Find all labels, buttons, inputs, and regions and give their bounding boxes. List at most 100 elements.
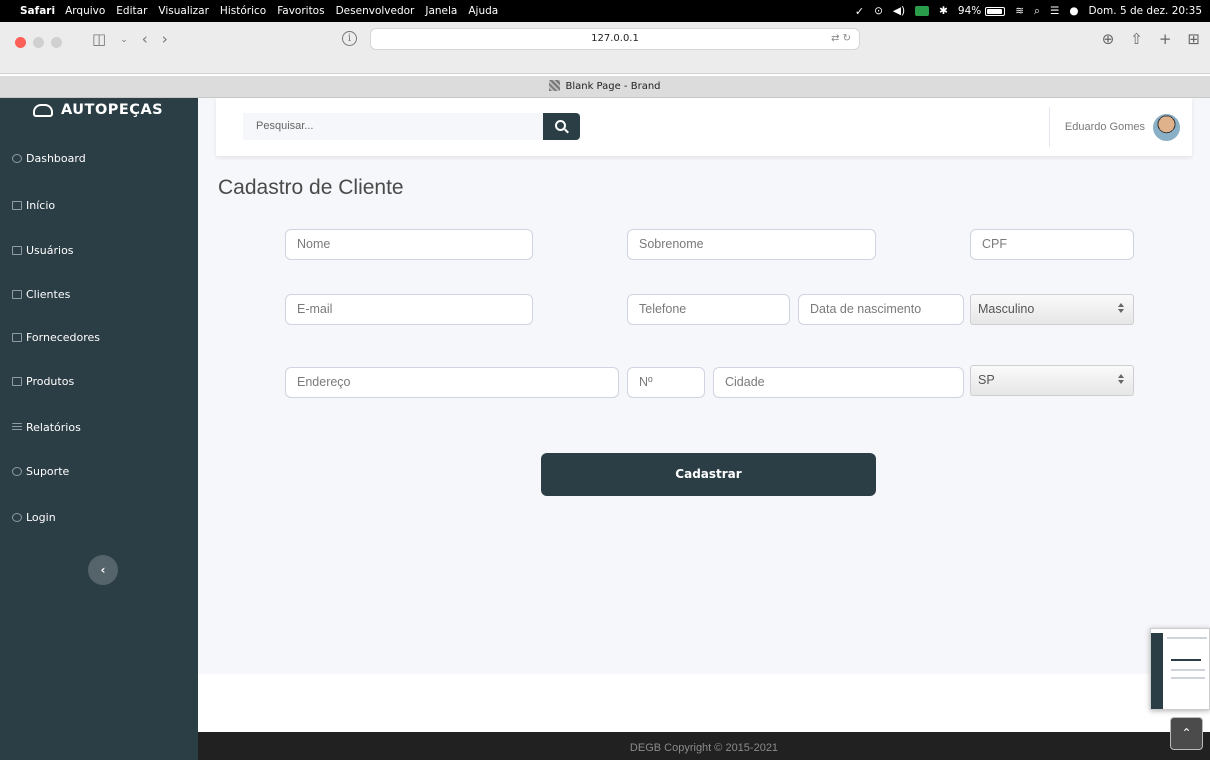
battery-status[interactable]: 94% — [957, 5, 1006, 17]
sidebar-item-login[interactable]: Login — [12, 511, 56, 524]
battery-fill — [987, 8, 1003, 14]
toolbar-actions: ⊕ ⇧ + ⊞ — [1102, 30, 1200, 48]
flag-icon[interactable] — [915, 6, 930, 16]
table-icon — [12, 333, 22, 342]
sidebar-item-fornecedores[interactable]: Fornecedores — [12, 331, 100, 344]
bluetooth-icon[interactable]: ✱ — [939, 5, 948, 17]
sidebar-item-suporte[interactable]: Suporte — [12, 465, 69, 478]
birthdate-field[interactable]: Data de nascimento — [798, 294, 964, 325]
footer-copyright: DEGB Copyright © 2015-2021 — [629, 742, 779, 754]
sidebar-item-label: Dashboard — [26, 152, 86, 165]
cadastrar-button[interactable]: Cadastrar — [541, 453, 876, 496]
sidebar-item-produtos[interactable]: Produtos — [12, 375, 74, 388]
sidebar-item-dashboard[interactable]: Dashboard — [12, 152, 86, 165]
chevron-down-icon[interactable]: ⌄ — [120, 30, 128, 50]
sidebar-item-usuarios[interactable]: Usuários — [12, 244, 74, 257]
screenshot-thumbnail[interactable] — [1150, 628, 1210, 710]
sidebar-item-label: Suporte — [26, 465, 70, 478]
siri-icon[interactable]: ● — [1069, 5, 1078, 17]
status-app-icon[interactable]: ✓ — [855, 5, 864, 18]
thumbnail-sidebar — [1151, 633, 1163, 709]
volume-icon[interactable]: ◀) — [893, 5, 905, 17]
new-tab-icon[interactable]: + — [1159, 30, 1172, 48]
close-window-button[interactable] — [15, 37, 26, 48]
nav-controls: ◫ ⌄ ‹ › — [92, 30, 168, 50]
sobrenome-field[interactable]: Sobrenome — [627, 229, 876, 260]
window-controls — [15, 37, 62, 48]
list-icon — [12, 423, 22, 432]
menu-datetime[interactable]: Dom. 5 de dez. 20:35 — [1089, 5, 1202, 17]
control-center-icon[interactable]: ☰ — [1050, 5, 1059, 17]
content-bottom-area — [198, 674, 1210, 732]
nome-field[interactable]: Nome — [285, 229, 533, 260]
user-circle-icon — [12, 513, 22, 522]
telefone-field[interactable]: Telefone — [627, 294, 790, 325]
select-arrows-icon — [1118, 374, 1125, 386]
forward-icon[interactable]: › — [162, 30, 168, 50]
sidebar-item-clientes[interactable]: Clientes — [12, 288, 70, 301]
sidebar-item-label: Início — [26, 199, 56, 212]
thumbnail-line — [1167, 637, 1207, 639]
sidebar-toggle-icon[interactable]: ◫ — [92, 30, 106, 50]
table-icon — [12, 377, 22, 386]
scroll-to-top-button[interactable]: ⌃ — [1170, 717, 1203, 750]
address-bar[interactable]: 127.0.0.1 ⇄ ↻ — [370, 28, 860, 50]
thumbnail-line — [1171, 659, 1201, 661]
main-content: Pesquisar... Eduardo Gomes Cadastro de C… — [198, 98, 1210, 674]
brand[interactable]: AUTOPEÇAS — [33, 98, 163, 122]
translate-reload-icons[interactable]: ⇄ ↻ — [831, 29, 851, 49]
spotlight-icon[interactable]: ⌕ — [1034, 5, 1040, 18]
menu-editar[interactable]: Editar — [116, 5, 147, 17]
palette-icon — [12, 154, 22, 163]
menu-app-name[interactable]: Safari — [20, 5, 55, 17]
back-icon[interactable]: ‹ — [142, 30, 148, 50]
menu-arquivo[interactable]: Arquivo — [65, 5, 105, 17]
table-icon — [12, 290, 22, 299]
table-icon — [12, 246, 22, 255]
sidebar-collapse-button[interactable]: ‹ — [88, 555, 118, 585]
sidebar-item-label: Relatórios — [26, 421, 81, 434]
search-input[interactable]: Pesquisar... — [243, 113, 543, 140]
sidebar-item-relatorios[interactable]: Relatórios — [12, 421, 81, 434]
numero-field[interactable]: Nº — [627, 367, 705, 398]
macos-menu-bar: Safari Arquivo Editar Visualizar Históri… — [0, 0, 1210, 22]
share-icon[interactable]: ⇧ — [1130, 30, 1143, 48]
page-title: Cadastro de Cliente — [218, 176, 404, 199]
tab-bar[interactable]: Blank Page - Brand — [0, 76, 1210, 98]
favicon-icon — [549, 80, 561, 91]
select-arrows-icon — [1118, 303, 1125, 315]
zoom-window-button[interactable] — [51, 37, 62, 48]
browser-toolbar: ◫ ⌄ ‹ › i 127.0.0.1 ⇄ ↻ ⊕ ⇧ + ⊞ — [0, 22, 1210, 74]
user-name: Eduardo Gomes — [1064, 121, 1145, 133]
thumbnail-line — [1171, 669, 1205, 671]
sidebar-item-inicio[interactable]: Início — [12, 199, 55, 212]
state-select-value: SP — [978, 373, 995, 387]
email-field[interactable]: E-mail — [285, 294, 533, 325]
car-icon — [33, 103, 53, 117]
wifi-icon[interactable]: ≋ — [1015, 5, 1024, 17]
endereco-field[interactable]: Endereço — [285, 367, 619, 398]
sidebar-item-label: Usuários — [26, 244, 74, 257]
menu-historico[interactable]: Histórico — [220, 5, 266, 17]
download-icon[interactable]: ⊕ — [1102, 30, 1115, 48]
gender-select[interactable]: Masculino — [970, 294, 1134, 325]
user-menu[interactable]: Eduardo Gomes — [1048, 107, 1192, 147]
sidebar-item-label: Produtos — [26, 375, 75, 388]
tab-overview-icon[interactable]: ⊞ — [1187, 30, 1200, 48]
info-icon[interactable]: i — [342, 31, 357, 46]
search-icon — [555, 120, 566, 131]
menu-ajuda[interactable]: Ajuda — [468, 5, 498, 17]
battery-percent: 94% — [957, 5, 982, 17]
menu-desenvolvedor[interactable]: Desenvolvedor — [336, 5, 415, 17]
avatar — [1153, 113, 1180, 141]
menu-visualizar[interactable]: Visualizar — [158, 5, 209, 17]
menu-janela[interactable]: Janela — [425, 5, 457, 17]
menu-favoritos[interactable]: Favoritos — [277, 5, 324, 17]
state-select[interactable]: SP — [970, 365, 1134, 396]
play-icon[interactable]: ⊙ — [874, 5, 883, 17]
search-button[interactable] — [543, 113, 580, 140]
cidade-field[interactable]: Cidade — [713, 367, 964, 398]
battery-icon — [985, 6, 1006, 16]
cpf-field[interactable]: CPF — [970, 229, 1134, 260]
minimize-window-button[interactable] — [33, 37, 44, 48]
